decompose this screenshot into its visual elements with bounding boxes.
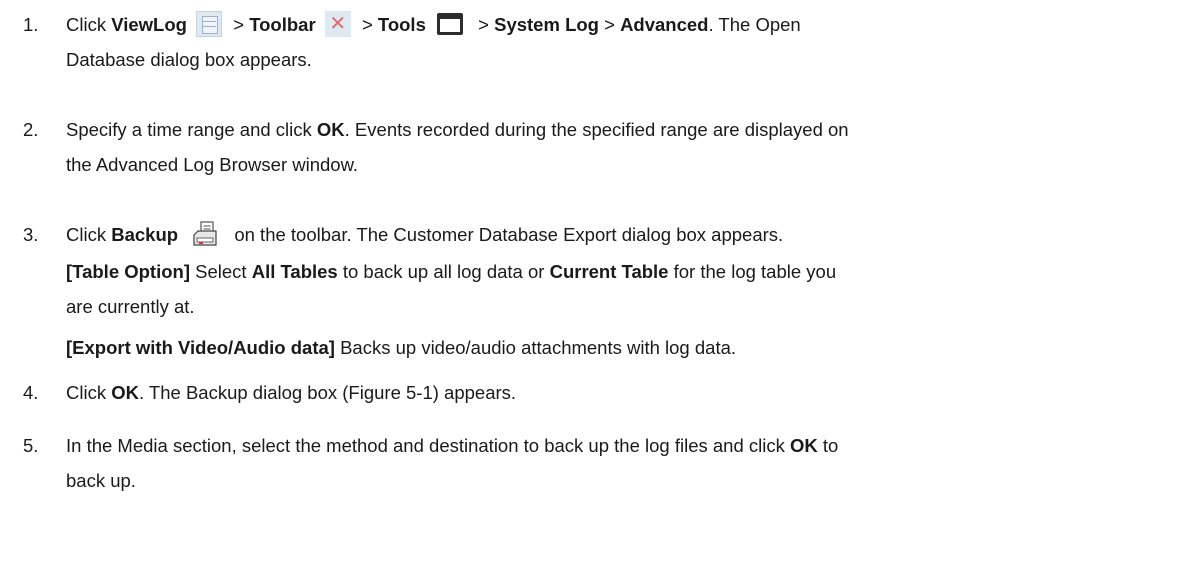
step-5: 5. In the Media section, select the meth…: [0, 430, 1197, 500]
backup-label: Backup: [111, 224, 179, 245]
ok-label: OK: [111, 382, 139, 403]
step-1-line-2: Database dialog box appears.: [66, 49, 312, 70]
all-tables-label: All Tables: [251, 261, 338, 282]
step-5-line-2: back up.: [66, 470, 136, 491]
step-number: 4.: [23, 382, 39, 403]
step-2-line-1: Specify a time range and click OK. Event…: [66, 119, 849, 140]
step-number: 5.: [23, 435, 39, 456]
step-2: 2. Specify a time range and click OK. Ev…: [0, 114, 1197, 184]
step-4-line-1: Click OK. The Backup dialog box (Figure …: [66, 382, 517, 403]
viewlog-label: ViewLog: [111, 14, 187, 35]
tools-window-icon: [437, 13, 464, 36]
tools-label: Tools: [377, 14, 426, 35]
step-1-line-1: Click ViewLog > Toolbar ✕ > Tools > Syst…: [66, 11, 801, 38]
step-number: 2.: [23, 119, 39, 140]
toolbar-label: Toolbar: [249, 14, 316, 35]
table-option-line-1: [Table Option] Select All Tables to back…: [66, 261, 837, 282]
step-3: 3. Click Backup on the toolbar. The Cust…: [0, 219, 1197, 394]
step-4: 4. Click OK. The Backup dialog box (Figu…: [0, 377, 1197, 412]
toolbar-icon: ✕: [324, 11, 351, 38]
step-2-line-2: the Advanced Log Browser window.: [66, 154, 359, 175]
export-option-label: [Export with Video/Audio data]: [66, 337, 335, 358]
advanced-label: Advanced: [620, 14, 709, 35]
current-table-label: Current Table: [549, 261, 669, 282]
viewlog-icon: [196, 11, 223, 38]
step-1: 1. Click ViewLog > Toolbar ✕ > Tools > S…: [0, 9, 1197, 79]
step-number: 3.: [23, 224, 39, 245]
step-5-line-1: In the Media section, select the method …: [66, 435, 839, 456]
table-option-line-2: are currently at.: [66, 296, 195, 317]
ok-label: OK: [790, 435, 818, 456]
table-option-label: [Table Option]: [66, 261, 190, 282]
system-log-label: System Log: [494, 14, 599, 35]
export-option-line: [Export with Video/Audio data] Backs up …: [66, 337, 737, 358]
ok-label: OK: [316, 119, 345, 140]
step-number: 1.: [23, 14, 39, 35]
backup-icon: [193, 221, 217, 246]
step-3-line-1: Click Backup on the toolbar. The Custome…: [66, 219, 783, 251]
